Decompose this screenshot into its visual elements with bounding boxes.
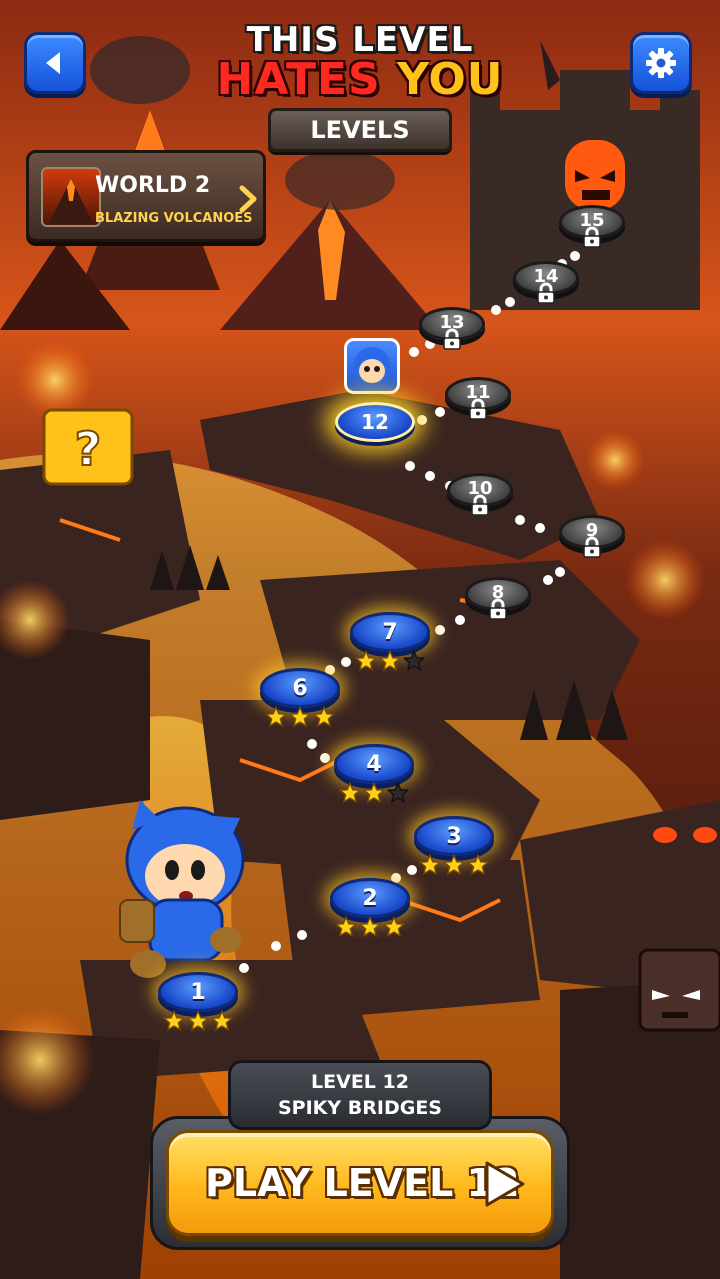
star-filled-icon (211, 1010, 233, 1032)
lock-icon (471, 494, 489, 516)
svg-text:?: ? (75, 422, 102, 476)
level-stars (339, 782, 409, 804)
lock-icon (469, 398, 487, 420)
star-filled-icon (313, 706, 335, 728)
world-subtitle: BLAZING VOLCANOES (95, 211, 253, 226)
level-node-12[interactable]: 12 (335, 402, 415, 442)
star-filled-icon (419, 854, 441, 876)
star-filled-icon (363, 782, 385, 804)
world-name: WORLD 2 (95, 173, 211, 198)
star-filled-icon (359, 916, 381, 938)
star-filled-icon (383, 916, 405, 938)
star-filled-icon (355, 650, 377, 672)
level-number: 3 (446, 823, 462, 849)
lock-icon (583, 536, 601, 558)
selected-level-name: SPIKY BRIDGES (278, 1097, 442, 1119)
level-stars (355, 650, 425, 672)
play-level-button[interactable]: PLAY LEVEL 12 (166, 1130, 554, 1236)
level-number: 7 (382, 619, 398, 645)
level-number: 1 (190, 979, 206, 1005)
star-filled-icon (187, 1010, 209, 1032)
lock-icon (489, 598, 507, 620)
selected-level-number: LEVEL 12 (311, 1071, 409, 1093)
level-number: 12 (361, 410, 389, 434)
game-title-line2: HATES YOU (0, 54, 720, 105)
player-position-marker (344, 338, 400, 394)
level-stars (163, 1010, 233, 1032)
level-node-3[interactable]: 3 (414, 816, 494, 856)
level-select-screen: ? THIS LEVEL HATES YOU LEVELS WORLD 2 BL… (0, 0, 720, 1279)
star-filled-icon (339, 782, 361, 804)
star-empty-icon (403, 650, 425, 672)
level-number: 2 (362, 885, 378, 911)
level-stars (335, 916, 405, 938)
star-filled-icon (467, 854, 489, 876)
world-thumbnail (41, 167, 101, 227)
level-node-6[interactable]: 6 (260, 668, 340, 708)
lock-icon (583, 226, 601, 248)
star-filled-icon (443, 854, 465, 876)
star-filled-icon (265, 706, 287, 728)
world-selector[interactable]: WORLD 2 BLAZING VOLCANOES (26, 150, 266, 242)
level-node-7[interactable]: 7 (350, 612, 430, 652)
star-filled-icon (335, 916, 357, 938)
level-number: 4 (366, 751, 382, 777)
lock-icon (443, 328, 461, 350)
star-empty-icon (387, 782, 409, 804)
level-node-1[interactable]: 1 (158, 972, 238, 1012)
lock-icon (537, 282, 555, 304)
level-stars (265, 706, 335, 728)
selected-level-info: LEVEL 12 SPIKY BRIDGES (228, 1060, 492, 1130)
level-node-2[interactable]: 2 (330, 878, 410, 918)
chevron-right-icon (239, 185, 257, 213)
level-number: 6 (292, 675, 308, 701)
title-you: YOU (397, 54, 504, 105)
page-title: LEVELS (268, 108, 452, 152)
star-filled-icon (379, 650, 401, 672)
level-node-4[interactable]: 4 (334, 744, 414, 784)
star-filled-icon (163, 1010, 185, 1032)
level-stars (419, 854, 489, 876)
star-filled-icon (289, 706, 311, 728)
play-triangle-icon (485, 1161, 525, 1207)
play-button-label: PLAY LEVEL 12 (205, 1161, 520, 1205)
title-hates: HATES (216, 54, 381, 105)
